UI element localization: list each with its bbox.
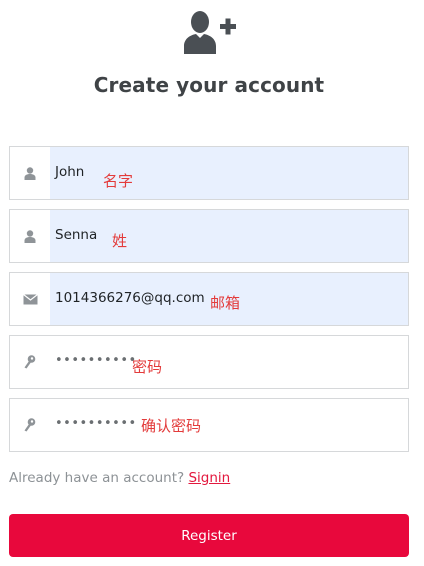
password-value: •••••••••• <box>55 353 137 368</box>
first-name-value: John <box>55 164 85 180</box>
add-user-icon <box>182 8 238 56</box>
first-name-note: 名字 <box>103 172 134 190</box>
last-name-value: Senna <box>55 227 98 243</box>
envelope-icon <box>10 273 50 325</box>
key-icon <box>10 399 50 451</box>
password-note: 密码 <box>132 358 163 376</box>
confirm-password-value: •••••••••• <box>55 416 137 431</box>
confirm-password-input[interactable]: •••••••••• <box>50 399 408 451</box>
page-title: Create your account <box>93 73 325 97</box>
signin-prompt-line: Already have an account? Signin <box>9 470 230 486</box>
last-name-input[interactable]: Senna <box>50 210 408 262</box>
email-note: 邮箱 <box>210 294 241 312</box>
email-field[interactable]: 1014366276@qq.com <box>9 272 409 326</box>
user-icon <box>10 147 50 199</box>
signin-prompt: Already have an account? <box>9 470 185 486</box>
first-name-field[interactable]: John <box>9 146 409 200</box>
confirm-password-note: 确认密码 <box>141 417 202 435</box>
confirm-password-field[interactable]: •••••••••• <box>9 398 409 452</box>
register-button[interactable]: Register <box>9 514 409 557</box>
email-value: 1014366276@qq.com <box>55 290 205 306</box>
signin-link[interactable]: Signin <box>188 470 230 486</box>
signup-page: Create your account John 名字 Senna 姓 1014… <box>0 0 424 566</box>
last-name-note: 姓 <box>112 232 128 250</box>
key-icon <box>10 336 50 388</box>
password-input[interactable]: •••••••••• <box>50 336 408 388</box>
user-icon <box>10 210 50 262</box>
password-field[interactable]: •••••••••• <box>9 335 409 389</box>
last-name-field[interactable]: Senna <box>9 209 409 263</box>
